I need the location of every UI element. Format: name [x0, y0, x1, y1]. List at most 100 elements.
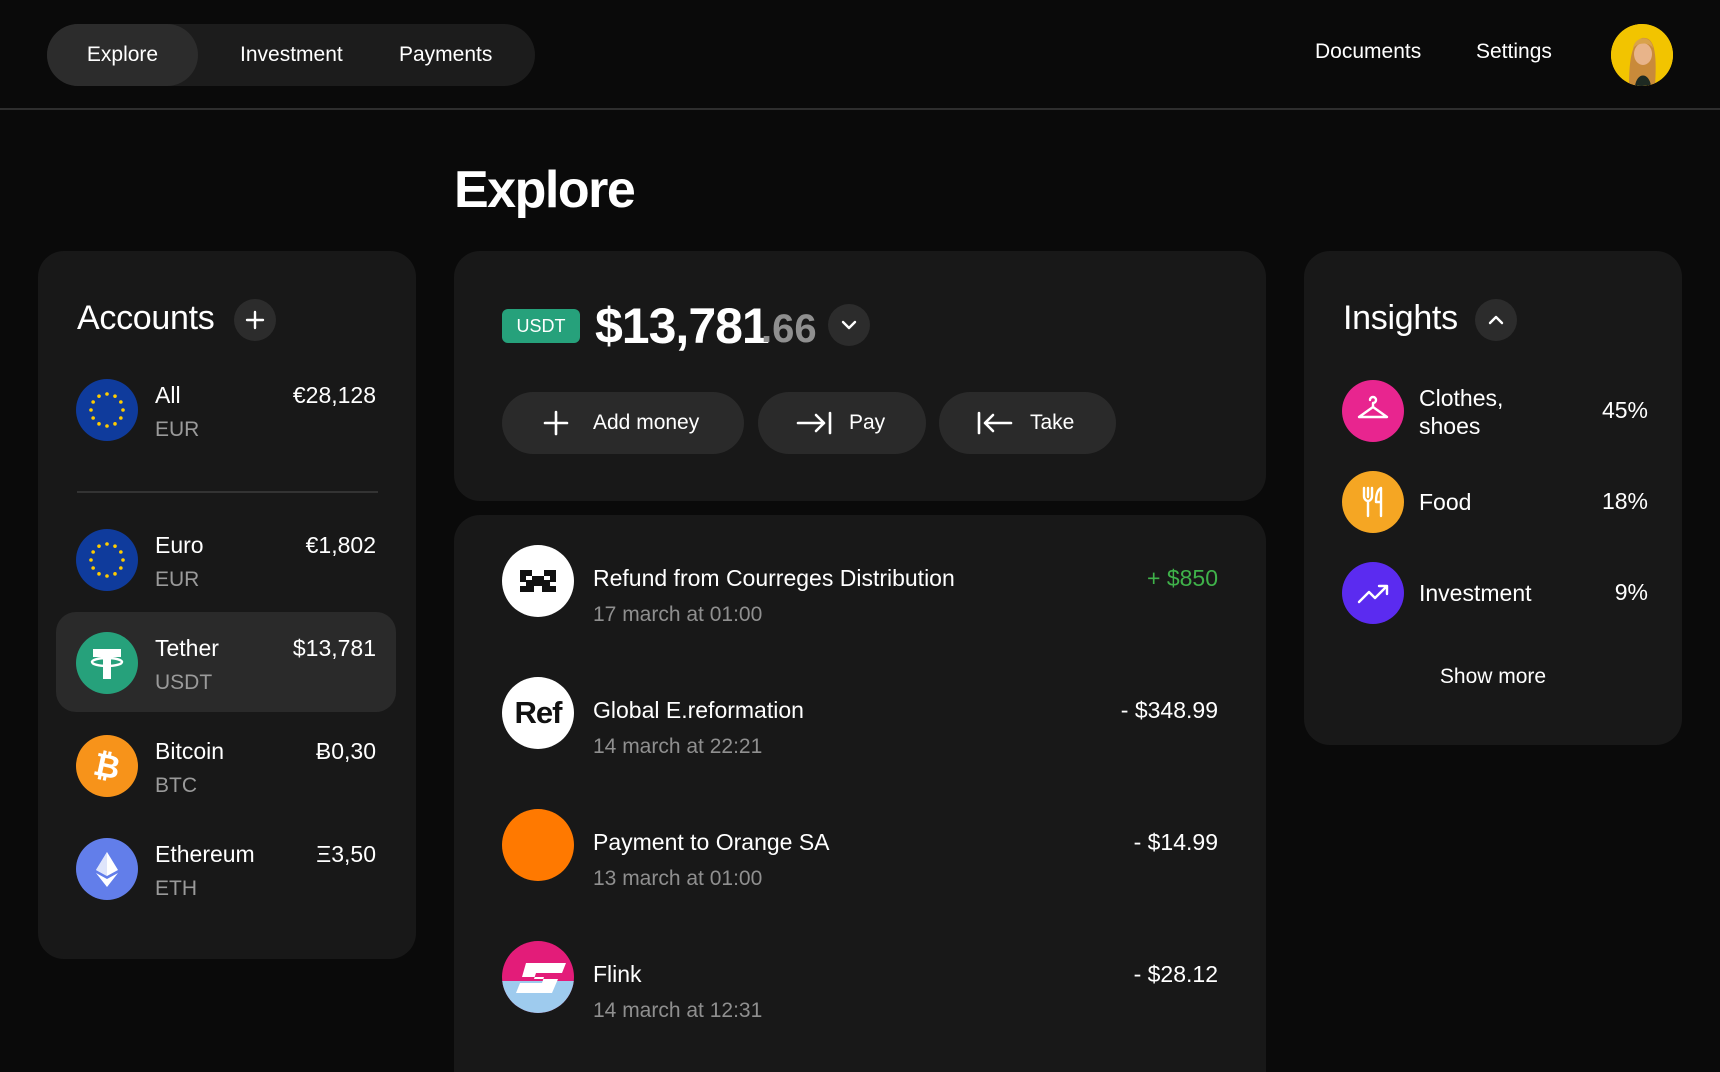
transaction-row[interactable]: Payment to Orange SA 13 march at 01:00 -…: [454, 779, 1266, 890]
account-currency-code: ETH: [155, 877, 197, 900]
insight-item-investment[interactable]: Investment 9%: [1342, 562, 1648, 626]
eu-star: [91, 416, 95, 420]
transaction-amount: - $348.99: [1120, 697, 1218, 723]
balance-dropdown-button[interactable]: [828, 304, 870, 346]
plus-icon: [543, 410, 569, 436]
eu-star: [105, 392, 109, 396]
take-label: Take: [1030, 411, 1075, 434]
account-amount: €28,128: [292, 382, 376, 408]
tab-payments[interactable]: Payments: [399, 24, 492, 86]
ref-logo-text: Ref: [514, 695, 563, 730]
transaction-row[interactable]: Ref Global E.reformation 14 march at 22:…: [454, 647, 1266, 758]
balance-panel: USDT $13,781 .66 Add money Pay Take: [454, 251, 1266, 501]
account-name: Ethereum: [155, 841, 255, 867]
orange-logo-icon: [502, 809, 574, 881]
svg-text:₿: ₿: [90, 746, 123, 786]
eu-flag-icon: [76, 529, 138, 591]
hanger-icon: [1342, 380, 1404, 442]
insight-percent: 18%: [1601, 488, 1648, 514]
transaction-amount: - $14.99: [1133, 829, 1218, 855]
eu-star: [119, 416, 123, 420]
account-item-tether[interactable]: Tether USDT $13,781: [56, 612, 396, 712]
insight-item-food[interactable]: Food 18%: [1342, 471, 1648, 535]
transaction-title: Global E.reformation: [593, 697, 804, 723]
eu-star: [97, 394, 101, 398]
insight-item-clothes[interactable]: Clothes, shoes 45%: [1342, 380, 1648, 444]
nav-link-documents[interactable]: Documents: [1315, 40, 1421, 64]
transaction-title: Flink: [593, 961, 642, 987]
account-item-all[interactable]: All EUR €28,128: [56, 359, 396, 459]
transaction-row[interactable]: Flink 14 march at 12:31 - $28.12: [454, 911, 1266, 1022]
insight-percent: 45%: [1601, 397, 1648, 423]
insight-label: Food: [1419, 489, 1472, 515]
page-title: Explore: [454, 161, 636, 219]
show-more-button[interactable]: Show more: [1304, 665, 1682, 689]
plus-icon: [245, 310, 265, 330]
insight-percent: 9%: [1614, 579, 1648, 605]
transaction-date: 13 march at 01:00: [593, 867, 763, 890]
transaction-date: 14 march at 22:21: [593, 735, 763, 758]
bitcoin-icon: ₿: [76, 735, 138, 797]
eu-star: [121, 558, 125, 562]
account-currency-code: EUR: [155, 418, 200, 441]
transaction-row[interactable]: Refund from Courreges Distribution 17 ma…: [454, 515, 1266, 626]
eu-star: [119, 550, 123, 554]
transaction-title: Payment to Orange SA: [593, 829, 830, 855]
insights-collapse-button[interactable]: [1475, 299, 1517, 341]
transaction-amount: - $28.12: [1133, 961, 1218, 987]
transaction-title: Refund from Courreges Distribution: [593, 565, 955, 591]
tab-explore[interactable]: Explore: [47, 24, 198, 86]
account-name: Euro: [155, 532, 204, 558]
account-currency-code: USDT: [155, 671, 213, 694]
fork-knife-icon: [1342, 471, 1404, 533]
account-name: Bitcoin: [155, 738, 225, 764]
currency-badge: USDT: [502, 309, 580, 343]
eu-flag-icon: [76, 379, 138, 441]
accounts-panel: Accounts All EUR €28,128 Euro EUR €1,802…: [38, 251, 416, 959]
eu-star: [113, 394, 117, 398]
account-name: All: [155, 382, 181, 408]
transaction-date: 17 march at 01:00: [593, 603, 763, 626]
flink-logo-icon: [502, 941, 574, 1013]
balance-amount: $13,781: [595, 298, 770, 354]
main-tabs: Explore Investment Payments: [47, 24, 535, 86]
tab-investment[interactable]: Investment: [240, 24, 343, 86]
trend-up-icon: [1342, 562, 1404, 624]
account-item-bitcoin[interactable]: ₿ Bitcoin BTC Ƀ0,30: [56, 715, 396, 815]
add-money-button[interactable]: Add money: [502, 392, 744, 454]
account-item-euro[interactable]: Euro EUR €1,802: [56, 509, 396, 609]
eu-star: [121, 408, 125, 412]
eu-star: [91, 400, 95, 404]
pay-label: Pay: [849, 411, 886, 434]
account-amount: Ξ3,50: [316, 841, 376, 867]
courreges-logo-icon: [502, 545, 574, 617]
account-amount: $13,781: [292, 635, 376, 661]
balance-cents: .66: [761, 307, 817, 351]
eu-star: [97, 422, 101, 426]
user-avatar[interactable]: [1611, 24, 1673, 86]
ethereum-icon: [76, 838, 138, 900]
eu-star: [91, 566, 95, 570]
top-navigation: Explore Investment Payments Documents Se…: [0, 0, 1720, 110]
transactions-panel: Refund from Courreges Distribution 17 ma…: [454, 515, 1266, 1072]
eu-star: [113, 422, 117, 426]
eu-star: [97, 572, 101, 576]
eu-star: [105, 424, 109, 428]
insights-panel: Insights Clothes, shoes 45% Food 18% Inv…: [1304, 251, 1682, 745]
eu-star: [89, 558, 93, 562]
add-account-button[interactable]: [234, 299, 276, 341]
account-name: Tether: [155, 635, 219, 661]
nav-link-settings[interactable]: Settings: [1476, 40, 1552, 64]
eu-star: [119, 566, 123, 570]
eu-star: [105, 542, 109, 546]
transaction-date: 14 march at 12:31: [593, 999, 763, 1022]
ref-logo-icon: Ref: [502, 677, 574, 749]
insight-label: Clothes, shoes: [1419, 385, 1504, 439]
account-amount: €1,802: [305, 532, 376, 558]
eu-star: [113, 572, 117, 576]
arrow-right-to-bar-icon: [796, 411, 832, 435]
accounts-title: Accounts: [77, 299, 215, 337]
pay-button[interactable]: Pay: [758, 392, 926, 454]
take-button[interactable]: Take: [939, 392, 1116, 454]
account-item-ethereum[interactable]: Ethereum ETH Ξ3,50: [56, 818, 396, 918]
